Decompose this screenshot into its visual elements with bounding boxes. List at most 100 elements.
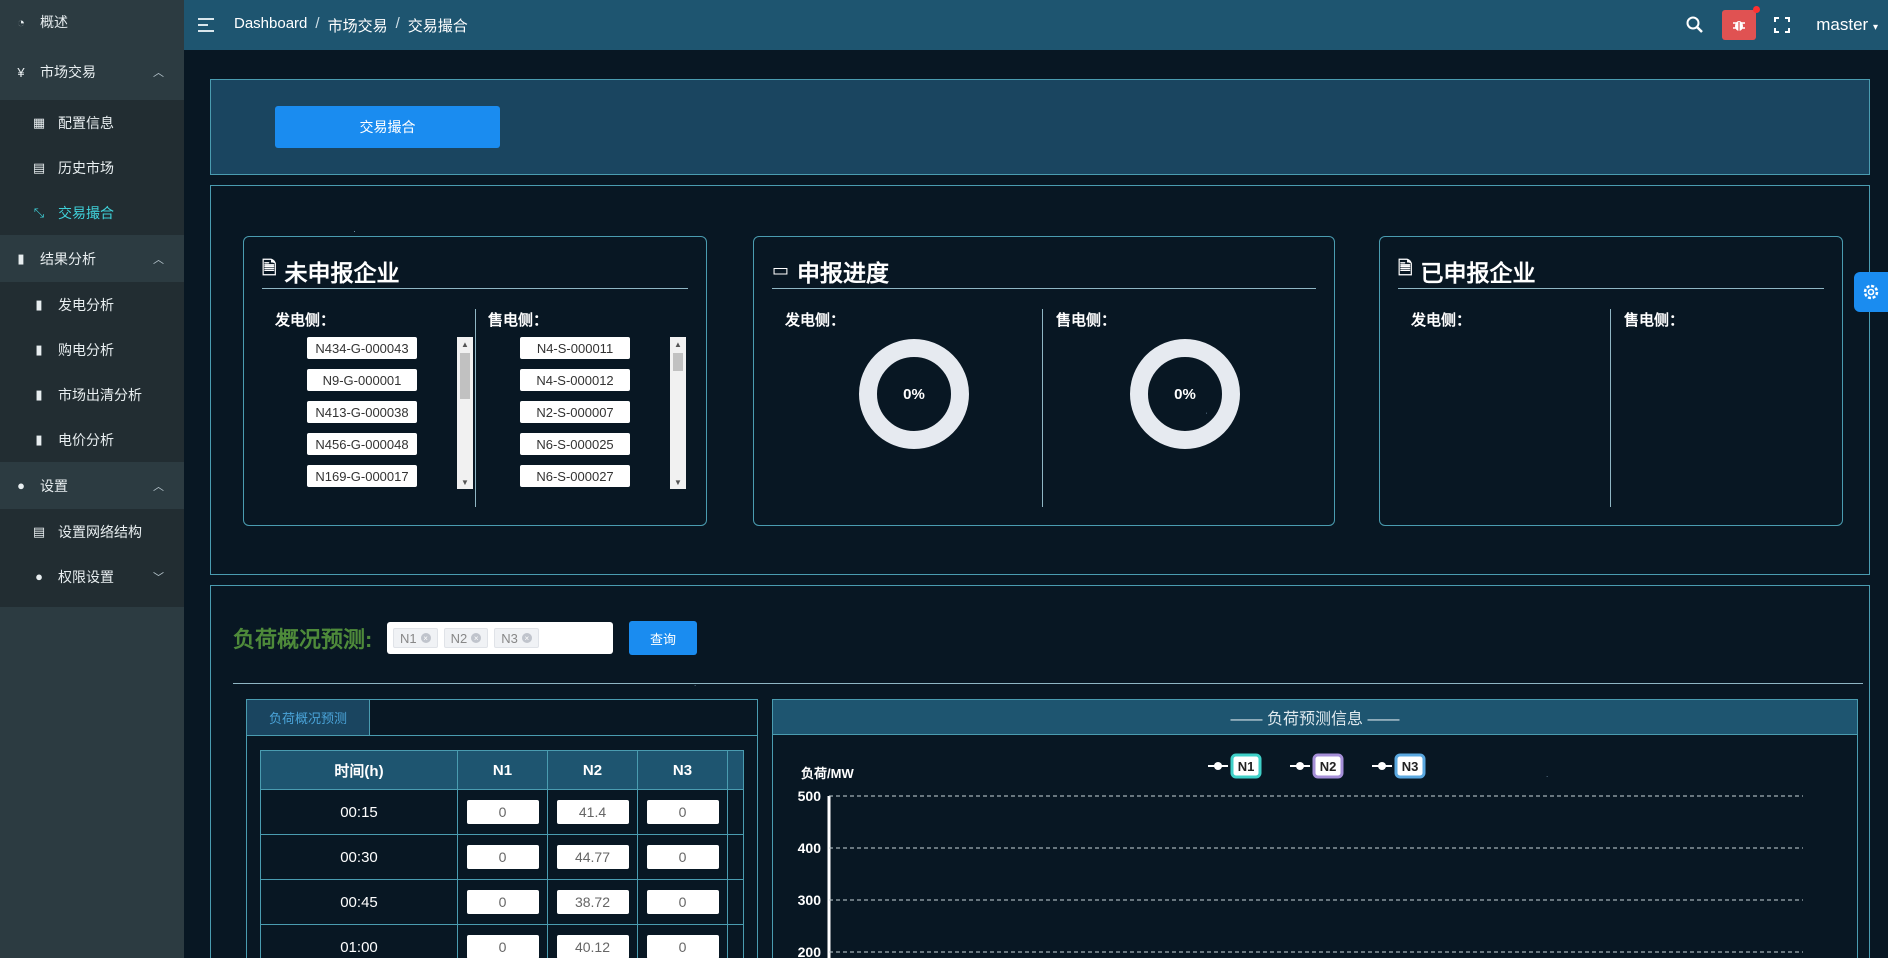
gen-side-label: 发电侧：: [785, 312, 846, 329]
user-menu[interactable]: master ▾: [1816, 15, 1878, 35]
company-tag: N456-G-000048: [307, 433, 417, 455]
column-header: N3: [637, 750, 728, 790]
sidebar-item-analysis[interactable]: ▮ 结果分析 ︿: [0, 235, 184, 282]
sidebar-item-buy-analysis[interactable]: ▮ 购电分析: [0, 327, 184, 372]
file-icon: 🗎: [262, 257, 277, 278]
node-multiselect[interactable]: N1 × N2 × N3 ×: [387, 622, 613, 654]
sidebar-item-price-analysis[interactable]: ▮ 电价分析: [0, 417, 184, 462]
sidebar-item-label: 权限设置: [58, 568, 114, 585]
username: master: [1816, 15, 1869, 34]
query-button[interactable]: 查询: [629, 621, 697, 655]
value-cell: 38.72: [547, 879, 638, 925]
gen-list-scrollbar[interactable]: ▲ ▼: [457, 337, 473, 489]
sidebar-submenu-settings: ▤ 设置网络结构 ● 权限设置 ﹀: [0, 509, 184, 607]
scroll-thumb[interactable]: [673, 353, 683, 371]
settings-button[interactable]: [1854, 272, 1888, 312]
progress-card: ▭ 申报进度 发电侧： 售电侧： 0% 0%: [753, 236, 1335, 526]
sidebar-item-label: 发电分析: [58, 296, 114, 313]
gen-progress-donut: 0%: [859, 339, 969, 449]
value-cell: 40.12: [547, 924, 638, 958]
scroll-up-icon[interactable]: ▲: [670, 337, 686, 351]
scroll-down-icon[interactable]: ▼: [457, 475, 473, 489]
time-cell: 00:30: [260, 834, 458, 880]
sidebar-item-market[interactable]: ¥ 市场交易 ︿: [0, 44, 184, 100]
sidebar-item-clearing-analysis[interactable]: ▮ 市场出清分析: [0, 372, 184, 417]
card-title-text: 申报进度: [797, 259, 890, 286]
sidebar-item-network[interactable]: ▤ 设置网络结构: [0, 509, 184, 554]
forecast-table-box: 负荷概况预测 时间(h) N1 N2 N3 00:15 0 41.4 0 00:…: [246, 699, 758, 958]
close-icon[interactable]: ×: [521, 633, 532, 643]
wallet-icon: ▭: [772, 260, 790, 280]
breadcrumb-item-market[interactable]: 市场交易: [328, 15, 388, 36]
dashboard-icon: ◔: [17, 14, 25, 30]
sidebar-item-label: 概述: [40, 14, 68, 30]
search-icon[interactable]: [1686, 16, 1704, 34]
table-row: 00:30 0 44.77 0: [260, 834, 744, 880]
node-chip[interactable]: N2 ×: [443, 628, 489, 648]
value-input[interactable]: 0: [646, 935, 719, 958]
time-cell: 00:45: [260, 879, 458, 925]
sidebar-item-history[interactable]: ▤ 历史市场: [0, 145, 184, 190]
y-tick-label: 500: [798, 788, 822, 804]
sell-list-scrollbar[interactable]: ▲ ▼: [670, 337, 686, 489]
scroll-up-icon[interactable]: ▲: [457, 337, 473, 351]
legend-label: N2: [1320, 759, 1337, 774]
fullscreen-icon[interactable]: [1774, 17, 1791, 33]
sidebar-submenu-market: ▦ 配置信息 ▤ 历史市场 ⤡ 交易撮合: [0, 100, 184, 235]
caret-down-icon: ▾: [1872, 22, 1878, 33]
sidebar-item-overview[interactable]: ◔ 概述: [0, 0, 184, 44]
menu-toggle-icon[interactable]: [198, 18, 214, 32]
value-cell: 0: [637, 789, 728, 835]
sidebar-item-gen-analysis[interactable]: ▮ 发电分析: [0, 282, 184, 327]
value-input[interactable]: 0: [466, 890, 539, 914]
user-icon: ●: [17, 478, 25, 493]
value-input[interactable]: 0: [646, 845, 719, 869]
sidebar-item-permission[interactable]: ● 权限设置 ﹀: [0, 554, 184, 599]
value-input[interactable]: 38.72: [556, 890, 629, 914]
bug-report-button[interactable]: [1722, 6, 1761, 40]
yen-icon: ¥: [17, 64, 25, 80]
value-input[interactable]: 0: [646, 890, 719, 914]
scroll-thumb[interactable]: [460, 353, 470, 399]
close-icon[interactable]: ×: [420, 633, 431, 643]
close-icon[interactable]: ×: [471, 633, 482, 643]
value-input[interactable]: 0: [646, 800, 719, 824]
value-input[interactable]: 0: [466, 935, 539, 958]
node-chip[interactable]: N3 ×: [494, 628, 539, 648]
gen-side-label: 发电侧：: [275, 312, 336, 329]
bar-chart-icon: ▮: [35, 386, 43, 402]
forecast-table: 时间(h) N1 N2 N3 00:15 0 41.4 0 00:30 0 44…: [260, 750, 744, 958]
chip-label: N3: [501, 630, 518, 646]
value-input[interactable]: 41.4: [556, 800, 629, 824]
unreported-card: 🗎 未申报企业 发电侧： 售电侧： N434-G-000043 N9-G-000…: [243, 236, 707, 526]
sidebar-item-config[interactable]: ▦ 配置信息: [0, 100, 184, 145]
legend-marker: [1296, 762, 1304, 770]
scroll-down-icon[interactable]: ▼: [670, 475, 686, 489]
node-chip[interactable]: N1 ×: [393, 628, 438, 648]
value-input[interactable]: 40.12: [556, 935, 629, 958]
sidebar-item-matching[interactable]: ⤡ 交易撮合: [0, 190, 184, 235]
value-input[interactable]: 0: [466, 845, 539, 869]
value-input[interactable]: 0: [466, 800, 539, 824]
sell-progress-donut: 0%: [1130, 339, 1240, 449]
value-cell: 0: [637, 879, 728, 925]
bar-chart-icon: ▮: [35, 296, 43, 312]
tab-forecast[interactable]: 负荷概况预测: [247, 700, 370, 735]
breadcrumb-item-dashboard[interactable]: Dashboard: [234, 15, 307, 36]
tab-bar-divider: [247, 735, 757, 736]
file-check-icon: 🗎: [1398, 257, 1413, 278]
sidebar-submenu-analysis: ▮ 发电分析 ▮ 购电分析 ▮ 市场出清分析 ▮ 电价分析: [0, 282, 184, 462]
y-tick-label: 200: [798, 944, 822, 958]
sidebar-item-settings[interactable]: ● 设置 ︿: [0, 462, 184, 509]
spacer-cell: [727, 789, 744, 835]
value-cell: 0: [457, 879, 548, 925]
value-input[interactable]: 44.77: [556, 845, 629, 869]
table-row: 00:45 0 38.72 0: [260, 879, 744, 925]
sidebar-item-label: 设置网络结构: [58, 523, 142, 540]
action-panel: 交易撮合: [210, 79, 1870, 175]
sidebar-item-label: 交易撮合: [58, 204, 114, 221]
divider: [1610, 309, 1611, 507]
match-trade-button[interactable]: 交易撮合: [275, 106, 500, 148]
chevron-up-icon: ︿: [153, 253, 164, 266]
spacer-cell: [727, 924, 744, 958]
